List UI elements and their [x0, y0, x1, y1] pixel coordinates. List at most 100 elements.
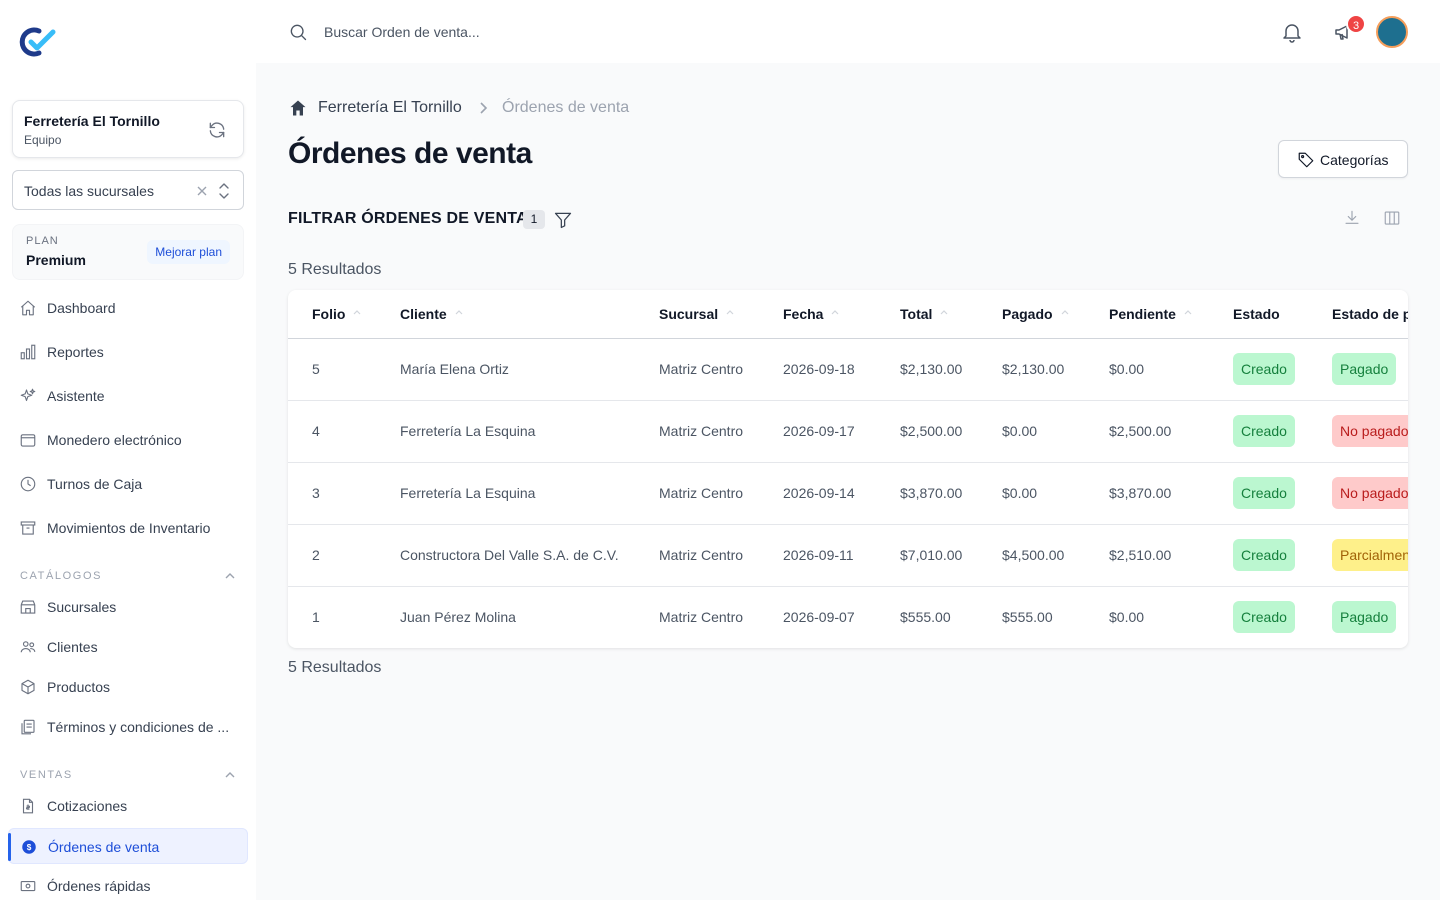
column-header-sucursal[interactable]: Sucursal	[659, 290, 783, 339]
organization-switcher[interactable]: Ferretería El Tornillo Equipo	[12, 100, 244, 158]
refresh-icon[interactable]	[207, 120, 227, 140]
store-icon	[20, 600, 36, 614]
home-icon[interactable]	[288, 98, 308, 118]
sidebar-item-reportes[interactable]: Reportes	[8, 334, 248, 370]
chevron-up-down-icon	[219, 183, 229, 199]
cell-cliente: Constructora Del Valle S.A. de C.V.	[400, 524, 659, 587]
breadcrumb-root[interactable]: Ferretería El Tornillo	[318, 99, 462, 117]
table-row[interactable]: 2 Constructora Del Valle S.A. de C.V. Matr…	[288, 524, 1408, 587]
sort-icon[interactable]	[726, 310, 734, 320]
sidebar-item-asistente[interactable]: Asistente	[8, 378, 248, 414]
close-icon[interactable]	[195, 184, 209, 198]
cell-total: $2,130.00	[900, 338, 1002, 401]
chevron-right-icon	[480, 102, 488, 114]
column-header-fecha[interactable]: Fecha	[783, 290, 900, 339]
chart-icon	[20, 344, 36, 360]
orders-table: Folio Cliente Sucursal Fecha Total Pagad…	[288, 290, 1408, 648]
sidebar-item-turnos[interactable]: Turnos de Caja	[8, 466, 248, 502]
results-count-footer: 5 Resultados	[288, 659, 382, 676]
sidebar-item-sucursales[interactable]: Sucursales	[8, 589, 248, 625]
upgrade-plan-button[interactable]: Mejorar plan	[147, 240, 230, 264]
cell-pagado: $2,130.00	[1002, 338, 1109, 401]
cell-total: $2,500.00	[900, 400, 1002, 463]
cell-cliente: María Elena Ortiz	[400, 338, 659, 401]
chevron-up-icon[interactable]	[224, 769, 236, 781]
columns-icon[interactable]	[1383, 209, 1401, 227]
sort-icon[interactable]	[1061, 310, 1069, 320]
payment-status-badge: Parcialmente pagado	[1332, 539, 1408, 571]
table-row[interactable]: 4 Ferretería La Esquina Matriz Centro 2026-…	[288, 400, 1408, 463]
cell-estado-pago: Pagado	[1332, 586, 1408, 648]
archive-icon	[20, 521, 36, 535]
cell-cliente: Ferretería La Esquina	[400, 400, 659, 463]
sort-icon[interactable]	[1184, 310, 1192, 320]
cell-estado: Creado	[1233, 338, 1332, 401]
sort-icon[interactable]	[455, 310, 463, 320]
column-header-pagado[interactable]: Pagado	[1002, 290, 1109, 339]
plan-card: PLAN Premium Mejorar plan	[12, 224, 244, 280]
sidebar-item-dashboard[interactable]: Dashboard	[8, 290, 248, 326]
column-header-estado-pago: Estado de pago	[1332, 290, 1408, 339]
table-row[interactable]: 5 María Elena Ortiz Matriz Centro 2026-09-1…	[288, 338, 1408, 401]
column-header-estado: Estado	[1233, 290, 1332, 339]
column-header-label: Fecha	[783, 305, 824, 322]
payment-status-badge: No pagado	[1332, 415, 1408, 447]
cell-pendiente: $0.00	[1109, 609, 1145, 626]
download-icon[interactable]	[1343, 209, 1361, 227]
column-header-folio[interactable]: Folio	[288, 290, 400, 339]
dollar-circle-icon: $	[22, 840, 36, 854]
column-header-cliente[interactable]: Cliente	[400, 290, 659, 339]
search-input[interactable]	[324, 20, 724, 44]
sparkles-icon	[20, 388, 36, 402]
status-badge: Creado	[1233, 601, 1295, 634]
table-row[interactable]: 3 Ferretería La Esquina Matriz Centro 2026-…	[288, 462, 1408, 525]
sidebar-item-productos[interactable]: Productos	[8, 669, 248, 705]
avatar[interactable]	[1376, 16, 1408, 48]
filter-count-badge: 1	[523, 210, 545, 229]
cell-cliente: Ferretería La Esquina	[400, 462, 659, 525]
cube-icon	[21, 679, 35, 695]
cell-folio: 5	[288, 338, 400, 401]
home-icon	[20, 300, 36, 316]
sidebar-item-label: Dashboard	[47, 300, 116, 316]
cell-pendiente: $2,500.00	[1109, 400, 1233, 463]
payment-status-badge: Pagado	[1332, 601, 1397, 634]
status-badge: Creado	[1233, 539, 1295, 571]
sidebar-item-ordenes-rapidas[interactable]: Órdenes rápidas	[8, 868, 248, 900]
column-header-total[interactable]: Total	[900, 290, 1002, 339]
sidebar-item-label: Monedero electrónico	[47, 432, 182, 448]
table-header-row: Folio Cliente Sucursal Fecha Total Pagad…	[288, 290, 1408, 339]
sidebar-item-cotizaciones[interactable]: Cotizaciones	[8, 788, 248, 824]
sidebar-item-inventario[interactable]: Movimientos de Inventario	[8, 510, 248, 546]
cell-estado: Creado	[1233, 586, 1332, 648]
filter-icon[interactable]	[553, 210, 573, 230]
sidebar-item-monedero[interactable]: Monedero electrónico	[8, 422, 248, 458]
bell-icon[interactable]	[1280, 20, 1304, 44]
branch-select[interactable]: Todas las sucursales	[12, 170, 244, 210]
sort-icon[interactable]	[831, 310, 839, 320]
cell-estado: Creado	[1233, 400, 1332, 463]
section-label-catalogos: CATÁLOGOS	[20, 570, 103, 582]
cell-estado: Creado	[1233, 462, 1332, 525]
cell-fecha: 2026-09-11	[783, 524, 900, 587]
top-bar: 3	[256, 0, 1440, 63]
sidebar-item-ordenes-de-venta[interactable]: $ Órdenes de venta	[8, 828, 248, 864]
cell-sucursal: Matriz Centro	[659, 524, 783, 587]
chevron-up-icon[interactable]	[224, 570, 236, 582]
sidebar-item-clientes[interactable]: Clientes	[8, 629, 248, 665]
cell-total: $7,010.00	[900, 524, 1002, 587]
sidebar-item-terminos[interactable]: Términos y condiciones de ...	[8, 709, 248, 745]
section-label-ventas: VENTAS	[20, 769, 73, 781]
column-header-pendiente[interactable]: Pendiente	[1109, 290, 1233, 339]
sort-icon[interactable]	[940, 310, 948, 320]
status-badge: Creado	[1233, 353, 1295, 385]
organization-name: Ferretería El Tornillo	[24, 113, 160, 129]
results-count: 5 Resultados	[288, 261, 382, 278]
cell-folio: 3	[288, 462, 400, 525]
app-logo[interactable]	[19, 27, 57, 57]
plan-label: PLAN	[26, 235, 59, 247]
table-row[interactable]: 1 Juan Pérez Molina Matriz Centro 2026-09-0…	[288, 586, 1408, 648]
sidebar-item-label: Turnos de Caja	[47, 476, 143, 492]
sort-icon[interactable]	[353, 310, 361, 320]
categories-button[interactable]: Categorías	[1278, 140, 1408, 178]
